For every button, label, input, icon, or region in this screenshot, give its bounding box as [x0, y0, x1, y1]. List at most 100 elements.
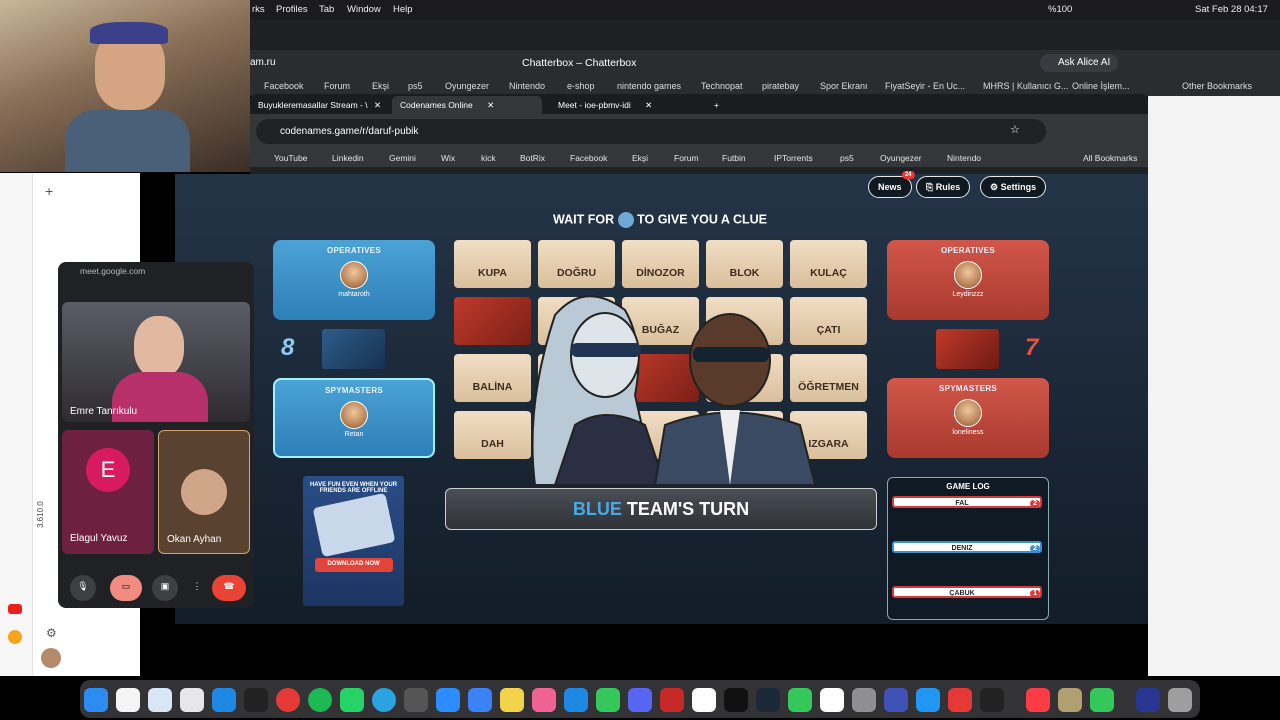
steam-icon[interactable] — [756, 688, 780, 712]
blue-operatives-panel[interactable]: OPERATIVES mahtaroth — [273, 240, 435, 320]
bookmark[interactable]: Forum — [324, 81, 350, 91]
bookmark[interactable]: Ekşi — [632, 153, 648, 163]
close-icon[interactable]: ✕ — [487, 100, 494, 110]
rules-button[interactable]: ⎘ Rules — [916, 176, 971, 198]
bookmark[interactable]: nintendo games — [617, 81, 681, 91]
photos-icon[interactable] — [532, 688, 556, 712]
bookmark[interactable]: Nintendo — [509, 81, 545, 91]
app-icon[interactable] — [148, 688, 172, 712]
gear-icon[interactable]: ⚙ — [46, 626, 57, 640]
launchpad-icon[interactable] — [180, 688, 204, 712]
bookmark[interactable]: ps5 — [840, 153, 854, 163]
app-ad[interactable]: HAVE FUN EVEN WHEN YOUR FRIENDS ARE OFFL… — [303, 476, 404, 606]
hang-up-icon[interactable]: ☎ — [212, 575, 246, 601]
word-card[interactable]: KUPA — [454, 240, 531, 288]
app-icon[interactable] — [1058, 688, 1082, 712]
app-store-icon[interactable] — [564, 688, 588, 712]
url-text[interactable]: am.ru — [250, 57, 276, 68]
all-bookmarks[interactable]: All Bookmarks — [1083, 153, 1137, 163]
other-bookmarks[interactable]: Other Bookmarks — [1182, 81, 1252, 91]
whatsapp-icon[interactable] — [340, 688, 364, 712]
download-button[interactable]: DOWNLOAD NOW — [314, 558, 393, 572]
bookmark[interactable]: Oyungezer — [880, 153, 922, 163]
bookmark[interactable]: Online İşlem... — [1072, 81, 1130, 91]
camera-off-icon[interactable]: ▭ — [110, 575, 142, 601]
participant-tile-main[interactable]: Emre Tanrıkulu — [62, 302, 250, 422]
app-icon[interactable] — [916, 688, 940, 712]
app-icon[interactable] — [980, 688, 1004, 712]
bookmark[interactable]: Gemini — [389, 153, 416, 163]
red-spymasters-panel[interactable]: SPYMASTERS loneliness — [887, 378, 1049, 458]
bookmark[interactable]: piratebay — [762, 81, 799, 91]
bookmark[interactable]: Forum — [674, 153, 699, 163]
menu-item-window[interactable]: Window — [347, 4, 381, 15]
menu-item-profiles[interactable]: Profiles — [276, 4, 308, 15]
music-icon[interactable] — [1026, 688, 1050, 712]
bookmark[interactable]: FiyatSeyir - En Uc... — [885, 81, 965, 91]
app-icon[interactable] — [692, 688, 716, 712]
app-icon[interactable] — [468, 688, 492, 712]
bookmark[interactable]: Nintendo — [947, 153, 981, 163]
bookmark[interactable]: Futbin — [722, 153, 746, 163]
spotify-icon[interactable] — [308, 688, 332, 712]
tab-meet[interactable]: Meet - ioe-pbmv-idi ✕ — [550, 96, 700, 114]
settings-button[interactable]: ⚙ Settings — [980, 176, 1047, 198]
bookmark[interactable]: Facebook — [570, 153, 607, 163]
menu-item[interactable]: rks — [252, 4, 265, 15]
news-button[interactable]: News 24 — [868, 171, 915, 198]
app-icon[interactable] — [8, 630, 22, 644]
chatgpt-icon[interactable] — [244, 688, 268, 712]
mic-icon[interactable]: 🎙 — [70, 575, 96, 601]
bookmark[interactable]: Spor Ekranı — [820, 81, 868, 91]
finder-icon[interactable] — [84, 688, 108, 712]
app-icon[interactable] — [660, 688, 684, 712]
more-icon[interactable]: ⋮ — [192, 575, 202, 601]
avatar[interactable] — [41, 648, 61, 668]
word-card[interactable]: DOĞRU — [538, 240, 615, 288]
zoom-icon[interactable] — [436, 688, 460, 712]
add-icon[interactable]: + — [45, 183, 53, 199]
new-tab-icon[interactable]: + — [706, 96, 727, 114]
bookmark[interactable]: kick — [481, 153, 496, 163]
safari-icon[interactable] — [212, 688, 236, 712]
facetime-icon[interactable] — [788, 688, 812, 712]
bookmark[interactable]: MHRS | Kullanıcı G... — [983, 81, 1068, 91]
app-icon[interactable] — [884, 688, 908, 712]
bookmark[interactable]: Technopat — [701, 81, 743, 91]
bookmark[interactable]: Facebook — [264, 81, 304, 91]
red-operatives-panel[interactable]: OPERATIVES Leydinzzz — [887, 240, 1049, 320]
participant-tile[interactable]: Okan Ayhan — [158, 430, 250, 554]
menu-item-tab[interactable]: Tab — [319, 4, 334, 15]
bookmark[interactable]: e-shop — [567, 81, 595, 91]
participant-tile[interactable]: E Elagul Yavuz — [62, 430, 154, 554]
address-bar[interactable]: codenames.game/r/daruf-pubik — [256, 119, 1046, 144]
app-icon[interactable] — [724, 688, 748, 712]
chrome-icon[interactable] — [276, 688, 300, 712]
app-icon[interactable] — [404, 688, 428, 712]
calendar-icon[interactable] — [820, 688, 844, 712]
app-icon[interactable] — [1136, 688, 1160, 712]
bookmark[interactable]: Wix — [441, 153, 455, 163]
discord-icon[interactable] — [628, 688, 652, 712]
bookmark[interactable]: YouTube — [274, 153, 307, 163]
notes-icon[interactable] — [500, 688, 524, 712]
bookmark[interactable]: Oyungezer — [445, 81, 489, 91]
telegram-icon[interactable] — [372, 688, 396, 712]
youtube-icon[interactable] — [8, 604, 22, 614]
menu-item-help[interactable]: Help — [393, 4, 413, 15]
bookmark[interactable]: Linkedin — [332, 153, 364, 163]
bookmark[interactable]: BotRix — [520, 153, 545, 163]
close-icon[interactable]: ✕ — [374, 100, 381, 110]
present-icon[interactable]: ▣ — [152, 575, 178, 601]
trash-icon[interactable] — [1168, 688, 1192, 712]
word-card[interactable]: DİNOZOR — [622, 240, 699, 288]
word-card[interactable]: KULAÇ — [790, 240, 867, 288]
tab-stream[interactable]: Buyukleremasallar Stream - \ ✕ — [250, 96, 390, 114]
bookmark[interactable]: Ekşi — [372, 81, 389, 91]
bookmark-star-icon[interactable]: ☆ — [1010, 123, 1020, 136]
yandex-icon[interactable] — [116, 688, 140, 712]
messages-icon[interactable] — [596, 688, 620, 712]
word-card[interactable]: BLOK — [706, 240, 783, 288]
close-icon[interactable]: ✕ — [645, 100, 652, 110]
ask-ai-button[interactable]: Ask Alice AI — [1040, 54, 1119, 72]
